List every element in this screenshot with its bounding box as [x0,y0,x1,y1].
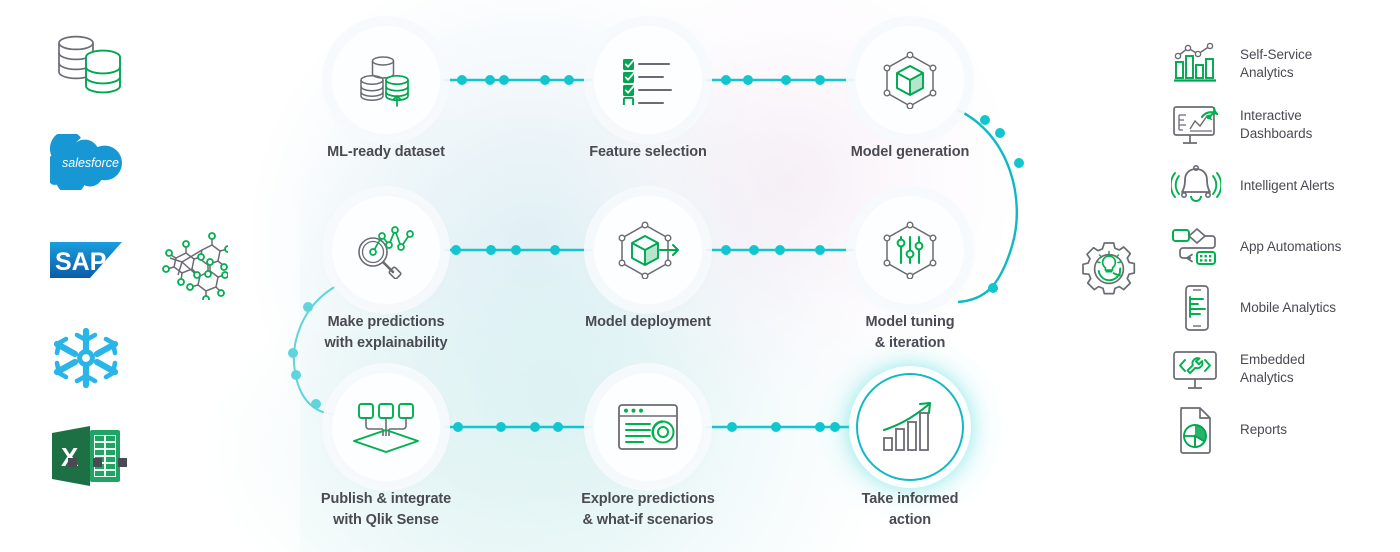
node-explore-predictions[interactable]: Explore predictions & what-if scenarios [581,373,715,528]
output-item-app-automations[interactable]: App Automations [1168,216,1400,277]
node-model-tuning[interactable]: Model tuning & iteration [856,196,964,351]
outputs-column: Self-Service Analytics Interactive Dashb… [1168,33,1400,460]
monitor-wrench-icon [1168,347,1224,391]
excel-x-letter: X [61,442,79,472]
node-label-text: Take informed action [861,491,959,528]
hexagon-deploy-icon [594,196,702,304]
browser-chart-icon [594,373,702,481]
source-item: salesforce [50,126,150,198]
node-label: ML-ready dataset [327,144,445,160]
source-item [50,322,150,394]
node-label-text: Explore predictions & what-if scenarios [581,491,715,528]
node-label: Explore predictions & what-if scenarios [538,489,758,530]
sap-wordmark: SAP [55,248,106,276]
output-label: Interactive Dashboards [1240,107,1313,141]
output-item-self-service-analytics[interactable]: Self-Service Analytics [1168,33,1400,94]
salesforce-logo: salesforce [50,134,128,190]
node-label-text: Model tuning & iteration [865,314,955,351]
source-item [50,28,150,100]
database-stack-icon [50,31,130,97]
molecule-network-icon [160,228,232,305]
sap-logo: SAP [50,239,128,281]
bar-line-chart-icon [1168,42,1224,86]
hexagon-cube-icon [856,26,964,134]
source-item: X [50,420,150,492]
node-label: Feature selection [589,144,707,160]
node-label: Make predictions with explainability [276,312,496,353]
checklist-icon [594,26,702,134]
data-sources-column: salesforce SAP X [50,28,150,518]
node-label: Model generation [850,144,970,160]
node-ml-ready-dataset[interactable]: ML-ready dataset [327,26,445,160]
monitor-gauge-icon [1168,103,1224,147]
publish-nodes-icon [332,373,440,481]
node-label: Model tuning & iteration [800,312,1020,353]
output-label: Embedded Analytics [1240,351,1305,385]
excel-logo: X [50,423,124,489]
bell-alert-icon [1168,164,1224,208]
node-model-generation[interactable]: Model generation [851,26,969,160]
output-label: Intelligent Alerts [1240,177,1335,193]
gear-bulb-icon [1080,240,1138,303]
hexagon-sliders-icon [856,196,964,304]
output-label: App Automations [1240,238,1342,254]
infographic-canvas: salesforce SAP X ML-ready dataset Featur… [0,0,1400,552]
node-take-informed-action[interactable]: Take informed action [856,373,964,528]
output-item-mobile-analytics[interactable]: Mobile Analytics [1168,277,1400,338]
bar-growth-icon [856,373,964,481]
more-sources-ellipsis [68,458,127,467]
node-label: Model deployment [585,314,711,330]
output-item-interactive-dashboards[interactable]: Interactive Dashboards [1168,94,1400,155]
node-label-text: Publish & integrate with Qlik Sense [320,491,452,528]
database-stack-icon [332,26,440,134]
output-label: Reports [1240,421,1287,437]
magnifier-chart-icon [332,196,440,304]
output-item-embedded-analytics[interactable]: Embedded Analytics [1168,338,1400,399]
output-label: Self-Service Analytics [1240,46,1313,80]
salesforce-wordmark: salesforce [62,156,119,170]
snowflake-logo [50,324,122,392]
mobile-chart-icon [1168,284,1224,332]
output-item-intelligent-alerts[interactable]: Intelligent Alerts [1168,155,1400,216]
node-model-deployment[interactable]: Model deployment [585,196,711,330]
automation-flow-icon [1168,225,1224,269]
document-pie-icon [1168,405,1224,455]
node-feature-selection[interactable]: Feature selection [589,26,707,160]
node-label-text: Make predictions with explainability [324,314,448,351]
source-item: SAP [50,224,150,296]
node-label: Publish & integrate with Qlik Sense [276,489,496,530]
node-label: Take informed action [800,489,1020,530]
node-publish-integrate[interactable]: Publish & integrate with Qlik Sense [321,373,451,528]
node-make-predictions[interactable]: Make predictions with explainability [325,196,448,351]
output-label: Mobile Analytics [1240,299,1336,315]
output-item-reports[interactable]: Reports [1168,399,1400,460]
